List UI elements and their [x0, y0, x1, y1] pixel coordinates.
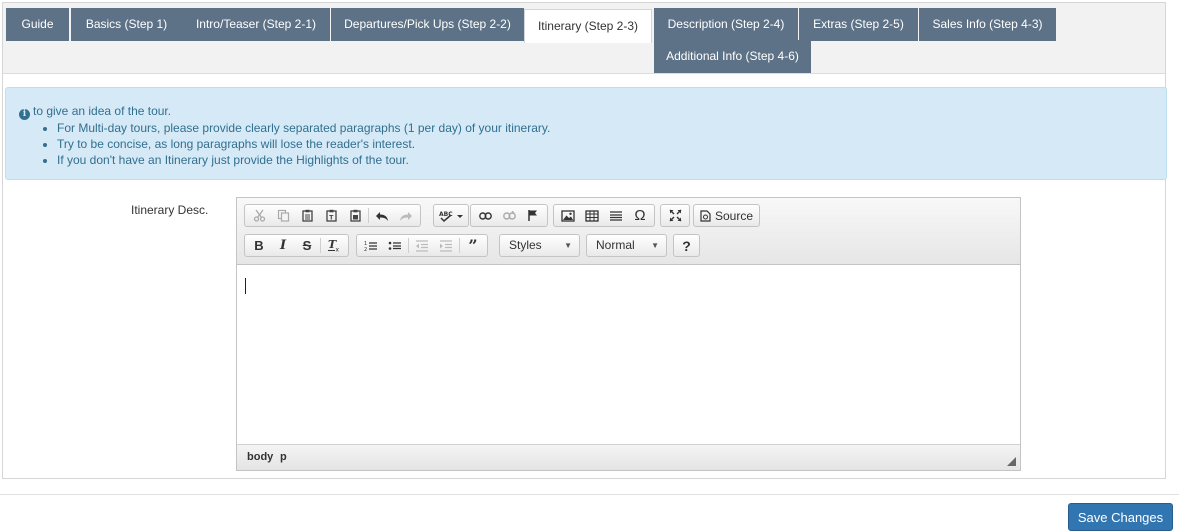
tab-basics[interactable]: Basics (Step 1) — [71, 8, 182, 41]
styles-dropdown-label: Styles — [509, 238, 542, 252]
help-button[interactable]: ? — [676, 236, 697, 255]
toolbar-group-about: ? — [673, 234, 700, 257]
editor-statusbar: body p — [237, 444, 1020, 470]
anchor-flag-icon[interactable] — [521, 206, 545, 225]
special-char-icon[interactable]: Ω — [628, 206, 652, 225]
spellcheck-icon[interactable]: ABC — [436, 206, 466, 225]
numbered-list-icon[interactable]: 12 — [359, 236, 383, 255]
bold-icon[interactable]: B — [247, 236, 271, 255]
footer-divider — [0, 494, 1179, 495]
styles-dropdown[interactable]: Styles ▼ — [499, 234, 580, 257]
element-path-body[interactable]: body — [247, 451, 273, 463]
maximize-icon[interactable] — [663, 206, 687, 225]
source-label: Source — [715, 208, 754, 223]
alert-list-item: For Multi-day tours, please provide clea… — [57, 120, 550, 136]
toolbar-group-insert: Ω — [553, 204, 655, 227]
itinerary-desc-label: Itinerary Desc. — [131, 203, 209, 217]
info-alert: ito give an idea of the tour. For Multi-… — [5, 87, 1167, 180]
format-dropdown[interactable]: Normal ▼ — [586, 234, 667, 257]
unlink-icon[interactable] — [497, 206, 521, 225]
paste-text-icon[interactable]: T — [319, 206, 343, 225]
tab-description[interactable]: Description (Step 2-4) — [654, 8, 798, 41]
toolbar-group-tools — [660, 204, 690, 227]
toolbar-group-basicstyles: B I S Tx — [244, 234, 349, 257]
chevron-down-icon: ▼ — [651, 241, 659, 250]
toolbar-separator — [459, 238, 460, 253]
tab-intro-teaser[interactable]: Intro/Teaser (Step 2-1) — [182, 8, 330, 41]
tab-sales-info[interactable]: Sales Info (Step 4-3) — [919, 8, 1056, 41]
strikethrough-icon[interactable]: S — [295, 236, 319, 255]
italic-icon[interactable]: I — [271, 236, 295, 255]
copy-icon[interactable] — [271, 206, 295, 225]
tab-guide[interactable]: Guide — [6, 8, 69, 41]
svg-text:2: 2 — [364, 247, 367, 252]
alert-list-item: If you don't have an Itinerary just prov… — [57, 152, 550, 168]
remove-format-icon[interactable]: Tx — [322, 236, 346, 255]
tab-bar: Guide Basics (Step 1) Intro/Teaser (Step… — [3, 3, 1165, 74]
alert-list-item: Try to be concise, as long paragraphs wi… — [57, 136, 550, 152]
toolbar-group-paragraph: 12 ” — [356, 234, 488, 257]
toolbar-separator — [320, 238, 321, 253]
resize-handle-icon[interactable] — [1007, 457, 1016, 466]
toolbar-group-links — [470, 204, 548, 227]
toolbar-separator — [408, 238, 409, 253]
svg-text:ABC: ABC — [439, 211, 453, 218]
source-button[interactable]: Source — [696, 206, 757, 225]
chevron-down-icon: ▼ — [564, 241, 572, 250]
toolbar-group-spellcheck: ABC — [433, 204, 469, 227]
editor-toolbar: T ABC Ω Source B I S T x 1 2 ” Styles ▼ … — [237, 198, 1020, 265]
bulleted-list-icon[interactable] — [383, 236, 407, 255]
outdent-icon[interactable] — [410, 236, 434, 255]
alert-list: For Multi-day tours, please provide clea… — [57, 120, 550, 168]
editor-content-area[interactable] — [237, 265, 1020, 444]
paste-icon[interactable] — [295, 206, 319, 225]
rich-text-editor: T ABC Ω Source B I S T x 1 2 ” Styles ▼ … — [236, 197, 1021, 471]
format-dropdown-label: Normal — [596, 238, 635, 252]
indent-icon[interactable] — [434, 236, 458, 255]
image-icon[interactable] — [556, 206, 580, 225]
info-circle-icon: i — [19, 109, 30, 120]
tab-additional-info[interactable]: Additional Info (Step 4-6) — [654, 40, 811, 73]
cut-icon[interactable] — [247, 206, 271, 225]
element-path-p[interactable]: p — [280, 451, 287, 463]
table-icon[interactable] — [580, 206, 604, 225]
text-cursor — [245, 278, 246, 294]
alert-intro-text: to give an idea of the tour. — [33, 104, 172, 118]
blockquote-icon[interactable]: ” — [461, 236, 485, 255]
horizontal-line-icon[interactable] — [604, 206, 628, 225]
toolbar-group-document: Source — [693, 204, 761, 227]
paste-word-icon[interactable] — [343, 206, 367, 225]
save-changes-button[interactable]: Save Changes — [1068, 503, 1173, 531]
undo-icon[interactable] — [370, 206, 394, 225]
tab-departures-pickups[interactable]: Departures/Pick Ups (Step 2-2) — [331, 8, 524, 41]
toolbar-group-clipboard: T — [244, 204, 421, 227]
redo-icon[interactable] — [394, 206, 418, 225]
toolbar-separator — [368, 208, 369, 223]
tab-itinerary[interactable]: Itinerary (Step 2-3) — [524, 9, 652, 43]
svg-text:x: x — [336, 247, 340, 253]
tab-extras[interactable]: Extras (Step 2-5) — [799, 8, 918, 41]
link-icon[interactable] — [473, 206, 497, 225]
